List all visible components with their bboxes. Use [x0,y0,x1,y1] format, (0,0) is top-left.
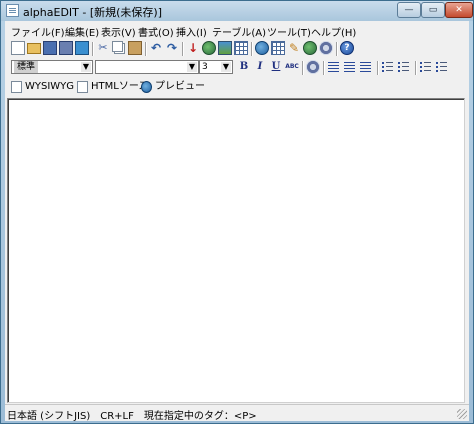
window-title: alphaEDIT - [新規(未保存)] [23,6,163,19]
insert-image-icon[interactable] [218,41,232,55]
align-left-icon[interactable] [328,62,339,72]
toolbar-separator [323,61,325,75]
toolbar-separator [336,42,338,56]
app-icon[interactable] [6,4,19,17]
client-area: ファイル(F) 編集(E) 表示(V) 書式(O) 挿入(I) テーブル(A) … [5,21,469,422]
font-size-value: 3 [202,62,208,72]
web-icon[interactable] [255,41,269,55]
cut-icon[interactable]: ✂ [96,41,110,55]
title-bar[interactable]: alphaEDIT - [新規(未保存)] — ▭ ✕ [1,1,473,21]
insert-link-icon[interactable] [202,41,216,55]
menu-edit[interactable]: 編集(E) [65,24,99,39]
settings-icon[interactable] [319,41,333,55]
color-icon[interactable] [306,60,320,74]
save-icon[interactable] [43,41,57,55]
format-toolbar: 標準 ▼ ▼ 3 ▼ B I U ABC [7,59,467,77]
toolbar-separator [182,42,184,56]
chevron-down-icon: ▼ [81,62,91,72]
outdent-icon[interactable] [420,62,431,72]
align-center-icon[interactable] [344,62,355,72]
tab-preview-label: プレビュー [155,81,205,92]
italic-button[interactable]: I [253,60,267,74]
new-document-icon[interactable] [11,41,25,55]
browser-preview-icon[interactable] [303,41,317,55]
standard-toolbar: ✂ ↶ ↷ ↓ ✎ ? [7,40,467,58]
toolbar-separator [302,61,304,75]
undo-icon[interactable]: ↶ [149,41,163,55]
chevron-down-icon: ▼ [187,62,197,72]
bold-button[interactable]: B [237,60,251,74]
document-icon [11,81,22,93]
numbered-list-icon[interactable] [382,62,393,72]
menu-tools[interactable]: ツール(T) [267,24,311,39]
insert-anchor-icon[interactable]: ↓ [186,41,200,55]
menu-file[interactable]: ファイル(F) [11,24,65,39]
style-select[interactable]: 標準 ▼ [11,60,93,74]
save-all-icon[interactable] [75,41,89,55]
pen-icon[interactable]: ✎ [287,41,301,55]
maximize-button[interactable]: ▭ [421,2,445,18]
underline-button[interactable]: U [269,60,283,74]
indent-icon[interactable] [436,62,447,72]
menu-view[interactable]: 表示(V) [101,24,136,39]
toolbar-separator [145,42,147,56]
menu-help[interactable]: ヘルプ(H) [311,24,356,39]
toolbar-separator [415,61,417,75]
status-bar: 日本語 (シフトJIS) CR+LF 現在指定中のタグ：<P> [5,404,469,422]
resize-grip-icon[interactable] [457,409,467,419]
strikethrough-button[interactable]: ABC [285,60,299,74]
tab-wysiwyg[interactable]: WYSIWYG [11,79,75,95]
save-as-icon[interactable] [59,41,73,55]
font-select[interactable]: ▼ [95,60,199,74]
font-size-select[interactable]: 3 ▼ [199,60,233,74]
style-select-value: 標準 [14,61,39,73]
copy-icon[interactable] [112,41,123,52]
menu-bar: ファイル(F) 編集(E) 表示(V) 書式(O) 挿入(I) テーブル(A) … [5,21,469,39]
status-text: 日本語 (シフトJIS) CR+LF 現在指定中のタグ：<P> [7,411,257,422]
tab-html-source[interactable]: HTMLソース [77,79,148,95]
open-folder-icon[interactable] [27,43,41,54]
redo-icon[interactable]: ↷ [165,41,179,55]
chevron-down-icon: ▼ [221,62,231,72]
toolbar-separator [251,42,253,56]
align-right-icon[interactable] [360,62,371,72]
source-icon [77,81,88,93]
help-icon[interactable]: ? [340,41,354,55]
toolbar-separator [377,61,379,75]
tab-html-source-label: HTMLソース [91,81,149,92]
minimize-button[interactable]: — [397,2,421,18]
menu-format[interactable]: 書式(O) [138,24,174,39]
menu-table[interactable]: テーブル(A) [212,24,266,39]
globe-icon [141,81,152,93]
bullet-list-icon[interactable] [398,62,409,72]
editor-area[interactable] [7,98,465,403]
close-button[interactable]: ✕ [445,2,473,18]
paste-icon[interactable] [128,41,142,55]
menu-insert[interactable]: 挿入(I) [176,24,207,39]
tab-preview[interactable]: プレビュー [141,79,207,95]
table-properties-icon[interactable] [271,41,285,55]
tab-wysiwyg-label: WYSIWYG [25,81,75,92]
toolbar-separator [92,42,94,56]
app-window: alphaEDIT - [新規(未保存)] — ▭ ✕ ファイル(F) 編集(E… [0,0,474,424]
view-tabs: WYSIWYG HTMLソース プレビュー [5,78,469,96]
insert-table-icon[interactable] [234,41,248,55]
